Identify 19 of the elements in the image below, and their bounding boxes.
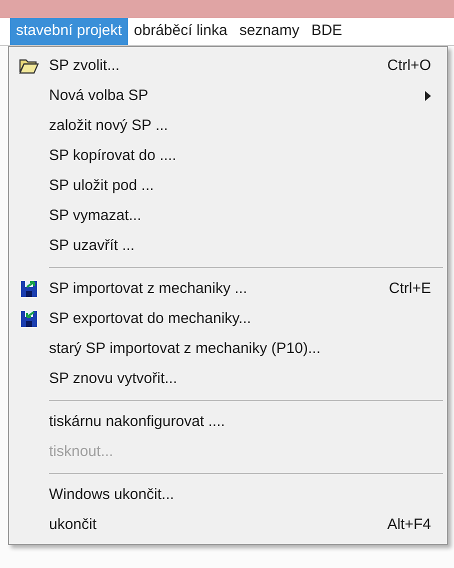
menu-item[interactable]: SP zvolit... Ctrl+O xyxy=(9,51,447,81)
menu-item[interactable]: SP vymazat... xyxy=(9,201,447,231)
menu-item[interactable]: SP kopírovat do .... xyxy=(9,141,447,171)
folder-icon xyxy=(19,58,39,74)
menu-item[interactable]: založit nový SP ... xyxy=(9,111,447,141)
menu-item[interactable]: tiskárnu nakonfigurovat .... xyxy=(9,407,447,437)
menu-item[interactable]: ukončit Alt+F4 xyxy=(9,510,447,540)
menu-bar-item[interactable]: obráběcí linka xyxy=(128,18,234,45)
menu-item[interactable]: starý SP importovat z mechaniky (P10)... xyxy=(9,334,447,364)
submenu-arrow-icon xyxy=(425,91,431,101)
menu-item[interactable]: Windows ukončit... xyxy=(9,480,447,510)
menu-item[interactable]: SP importovat z mechaniky ... Ctrl+E xyxy=(9,274,447,304)
menu-bar-item[interactable]: BDE xyxy=(305,18,348,45)
menu-item[interactable]: SP uložit pod ... xyxy=(9,171,447,201)
menu-item[interactable]: SP exportovat do mechaniky... xyxy=(9,304,447,334)
menu-bar-item[interactable]: seznamy xyxy=(233,18,306,45)
menu-item[interactable]: SP uzavřít ... xyxy=(9,231,447,261)
menu-item[interactable]: Nová volba SP xyxy=(9,81,447,111)
menu-item[interactable]: SP znovu vytvořit... xyxy=(9,364,447,394)
